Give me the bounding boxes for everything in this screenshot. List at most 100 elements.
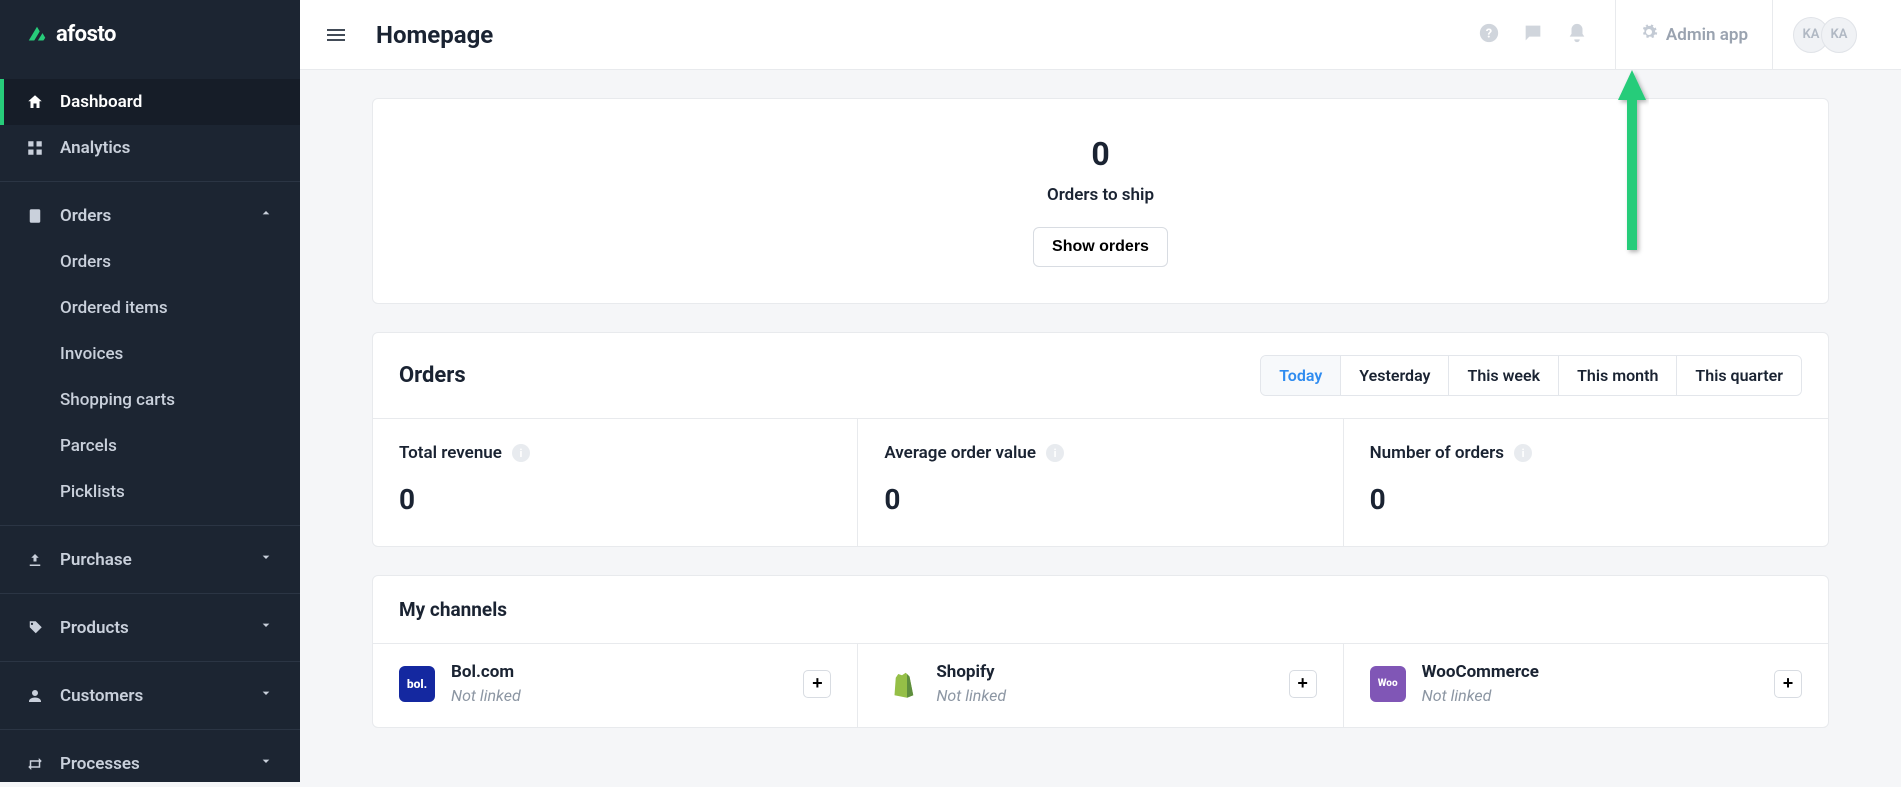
tab-yesterday[interactable]: Yesterday: [1340, 356, 1448, 395]
help-button[interactable]: ?: [1467, 13, 1511, 57]
metric-avg-order-value: Average order value i 0: [857, 419, 1342, 546]
bell-icon: [1566, 22, 1588, 48]
sidebar-item-purchase[interactable]: Purchase: [0, 536, 300, 583]
metric-value: 0: [399, 483, 831, 516]
divider: [0, 729, 300, 730]
tab-this-quarter[interactable]: This quarter: [1676, 356, 1801, 395]
sidebar-item-label: Orders: [60, 206, 111, 226]
sidebar-item-label: Dashboard: [60, 92, 142, 112]
channels-card: My channels bol. Bol.com Not linked +: [372, 575, 1829, 728]
sidebar-item-processes[interactable]: Processes: [0, 740, 300, 787]
bol-logo-icon: bol.: [399, 666, 435, 702]
sidebar: afosto Dashboard Analytics Orders: [0, 0, 300, 782]
chat-button[interactable]: [1511, 13, 1555, 57]
add-channel-button[interactable]: +: [1289, 670, 1317, 698]
svg-text:?: ?: [1486, 26, 1492, 41]
sidebar-item-analytics[interactable]: Analytics: [0, 125, 300, 171]
sidebar-sub-orders[interactable]: Orders: [0, 239, 300, 285]
admin-app-label: Admin app: [1666, 25, 1748, 45]
channel-name: Shopify: [936, 662, 1272, 682]
sidebar-sub-parcels[interactable]: Parcels: [0, 423, 300, 469]
menu-button[interactable]: [324, 23, 348, 47]
add-channel-button[interactable]: +: [1774, 670, 1802, 698]
channels-title: My channels: [373, 576, 1828, 643]
metric-total-revenue: Total revenue i 0: [373, 419, 857, 546]
tab-today[interactable]: Today: [1261, 356, 1340, 395]
orders-title: Orders: [399, 363, 466, 388]
divider: [0, 593, 300, 594]
home-icon: [26, 93, 44, 111]
tab-this-month[interactable]: This month: [1558, 356, 1676, 395]
metric-value: 0: [1370, 483, 1802, 516]
avatar[interactable]: KA: [1821, 17, 1857, 53]
topbar: Homepage ? Admin app: [300, 0, 1901, 70]
sidebar-item-label: Analytics: [60, 138, 130, 158]
ship-count: 0: [409, 135, 1792, 173]
chevron-down-icon: [258, 549, 274, 570]
chevron-down-icon: [258, 617, 274, 638]
orders-range-tabs: Today Yesterday This week This month Thi…: [1260, 355, 1802, 396]
repeat-icon: [26, 755, 44, 773]
info-icon[interactable]: i: [1046, 444, 1064, 462]
sidebar-sub-picklists[interactable]: Picklists: [0, 469, 300, 515]
sidebar-item-dashboard[interactable]: Dashboard: [0, 79, 300, 125]
sidebar-sub-shopping-carts[interactable]: Shopping carts: [0, 377, 300, 423]
admin-app-link[interactable]: Admin app: [1615, 0, 1772, 69]
grid-icon: [26, 139, 44, 157]
download-box-icon: [26, 551, 44, 569]
sidebar-item-label: Processes: [60, 754, 140, 774]
sidebar-sub-ordered-items[interactable]: Ordered items: [0, 285, 300, 331]
channel-woocommerce: Woo WooCommerce Not linked +: [1343, 644, 1828, 727]
channel-status: Not linked: [936, 686, 1272, 705]
ship-label: Orders to ship: [409, 185, 1792, 205]
user-icon: [26, 687, 44, 705]
gear-icon: [1640, 23, 1658, 46]
brand-logo[interactable]: afosto: [0, 0, 300, 69]
chat-icon: [1522, 22, 1544, 48]
orders-card: Orders Today Yesterday This week This mo…: [372, 332, 1829, 547]
channel-name: WooCommerce: [1422, 662, 1758, 682]
sidebar-orders-submenu: Orders Ordered items Invoices Shopping c…: [0, 239, 300, 515]
add-channel-button[interactable]: +: [803, 670, 831, 698]
divider: [0, 181, 300, 182]
channel-status: Not linked: [451, 686, 787, 705]
sidebar-nav: Dashboard Analytics Orders Orders: [0, 69, 300, 787]
metric-label: Number of orders: [1370, 443, 1504, 463]
brand-name: afosto: [56, 22, 116, 47]
logo-mark-icon: [26, 24, 48, 46]
woocommerce-logo-icon: Woo: [1370, 666, 1406, 702]
clipboard-icon: [26, 207, 44, 225]
chevron-down-icon: [258, 753, 274, 774]
sidebar-sub-invoices[interactable]: Invoices: [0, 331, 300, 377]
sidebar-item-label: Customers: [60, 686, 143, 706]
page-title: Homepage: [376, 21, 493, 49]
sidebar-item-label: Products: [60, 618, 129, 638]
user-avatars[interactable]: KA KA: [1772, 0, 1877, 69]
channel-status: Not linked: [1422, 686, 1758, 705]
main: Homepage ? Admin app: [300, 0, 1901, 782]
channel-bol: bol. Bol.com Not linked +: [373, 644, 857, 727]
shopify-logo-icon: [884, 666, 920, 702]
notifications-button[interactable]: [1555, 13, 1599, 57]
tab-this-week[interactable]: This week: [1448, 356, 1558, 395]
chevron-up-icon: [258, 205, 274, 226]
tag-icon: [26, 619, 44, 637]
sidebar-item-label: Purchase: [60, 550, 132, 570]
info-icon[interactable]: i: [512, 444, 530, 462]
info-icon[interactable]: i: [1514, 444, 1532, 462]
sidebar-item-customers[interactable]: Customers: [0, 672, 300, 719]
chevron-down-icon: [258, 685, 274, 706]
channel-shopify: Shopify Not linked +: [857, 644, 1342, 727]
divider: [0, 525, 300, 526]
divider: [0, 661, 300, 662]
content: 0 Orders to ship Show orders Orders Toda…: [300, 70, 1901, 782]
orders-to-ship-card: 0 Orders to ship Show orders: [372, 98, 1829, 304]
sidebar-item-orders[interactable]: Orders: [0, 192, 300, 239]
metric-value: 0: [884, 483, 1316, 516]
sidebar-item-products[interactable]: Products: [0, 604, 300, 651]
show-orders-button[interactable]: Show orders: [1033, 227, 1168, 267]
metric-label: Total revenue: [399, 443, 502, 463]
metric-number-of-orders: Number of orders i 0: [1343, 419, 1828, 546]
channel-name: Bol.com: [451, 662, 787, 682]
question-circle-icon: ?: [1478, 22, 1500, 48]
